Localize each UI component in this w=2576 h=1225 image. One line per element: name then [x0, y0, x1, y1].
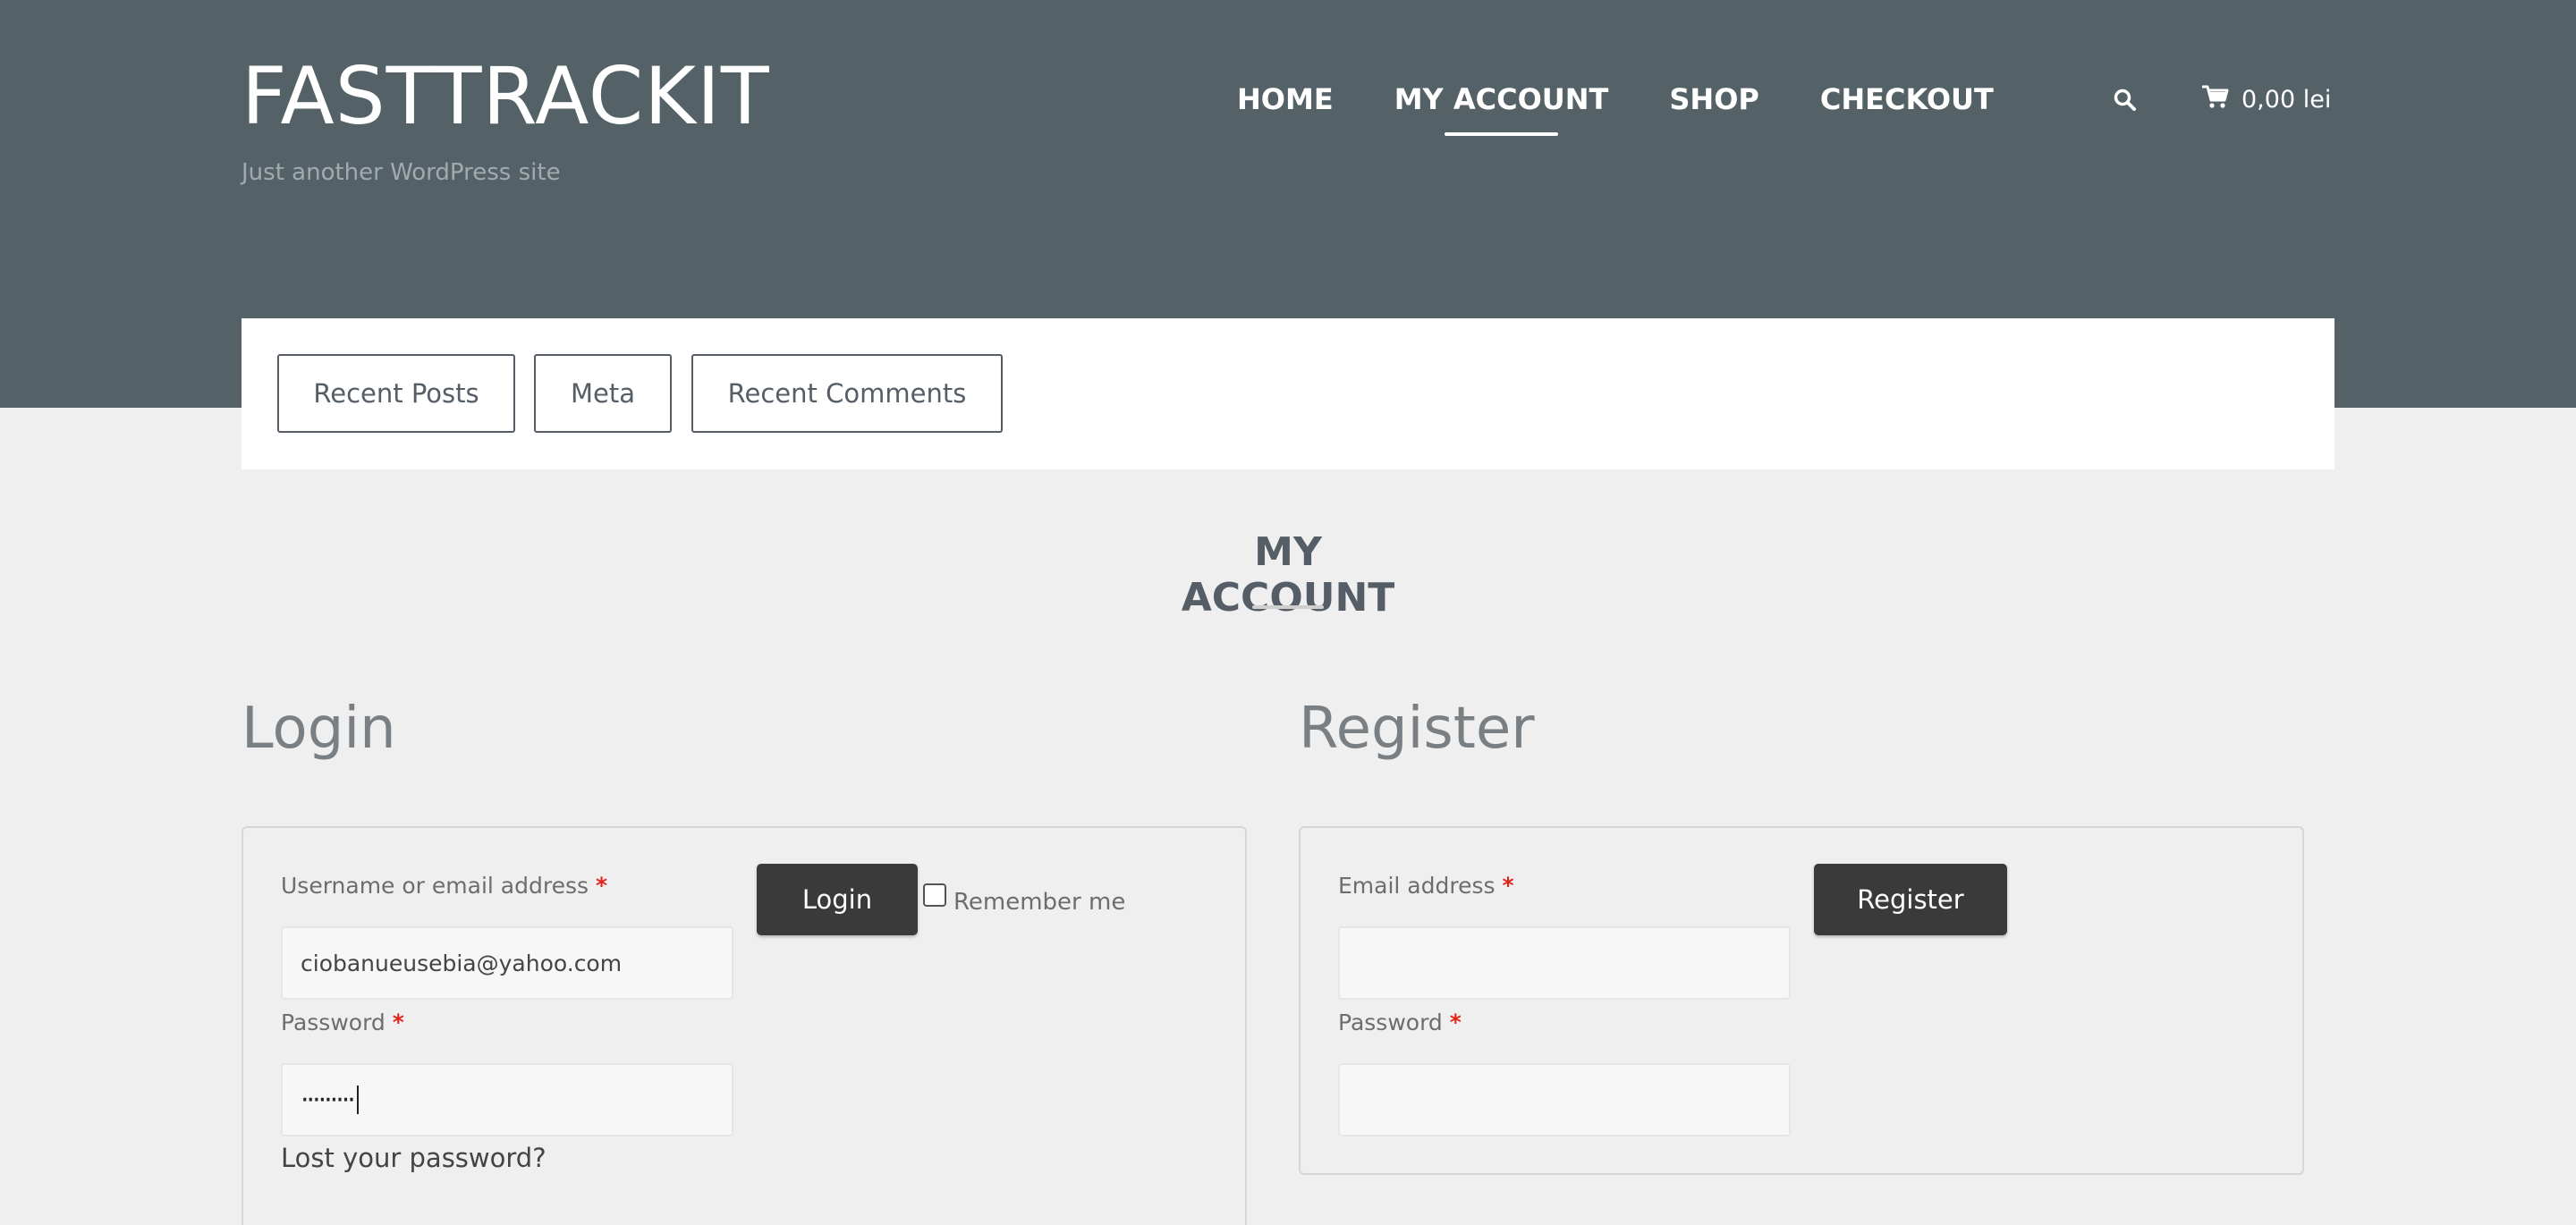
password-label: Password * — [281, 1010, 404, 1035]
register-button[interactable]: Register — [1814, 864, 2007, 935]
main-navigation: HOME MY ACCOUNT SHOP CHECKOUT — [1237, 82, 1994, 136]
nav-item-checkout[interactable]: CHECKOUT — [1820, 82, 1994, 116]
password-input[interactable]: ········· — [281, 1063, 733, 1136]
login-button[interactable]: Login — [757, 864, 918, 935]
register-email-input[interactable] — [1338, 926, 1791, 1000]
email-label-text: Email address — [1338, 873, 1496, 899]
required-mark: * — [1449, 1010, 1462, 1035]
remember-me-checkbox[interactable] — [923, 883, 946, 907]
tab-recent-comments[interactable]: Recent Comments — [691, 354, 1003, 433]
nav-item-my-account[interactable]: MY ACCOUNT — [1394, 82, 1608, 136]
required-mark: * — [1502, 873, 1514, 899]
site-title[interactable]: FASTTRACKIT — [242, 52, 770, 141]
cart-button[interactable]: 0,00 lei — [2201, 84, 2332, 115]
password-label-text: Password — [281, 1010, 386, 1035]
required-mark: * — [596, 873, 608, 899]
username-label-text: Username or email address — [281, 873, 589, 899]
widget-tabs-bar: Recent Posts Meta Recent Comments — [242, 318, 2334, 469]
search-icon[interactable] — [2113, 88, 2138, 113]
required-mark: * — [392, 1010, 404, 1035]
register-password-label: Password * — [1338, 1010, 1462, 1035]
nav-item-shop[interactable]: SHOP — [1669, 82, 1758, 116]
tab-meta[interactable]: Meta — [534, 354, 672, 433]
cart-icon — [2201, 84, 2229, 115]
lost-password-link[interactable]: Lost your password? — [281, 1143, 547, 1173]
nav-item-home[interactable]: HOME — [1237, 82, 1334, 116]
login-heading: Login — [242, 696, 396, 762]
site-branding: FASTTRACKIT Just another WordPress site — [242, 52, 770, 187]
username-label: Username or email address * — [281, 873, 607, 899]
password-mask: ········· — [301, 1084, 356, 1116]
username-input[interactable] — [281, 926, 733, 1000]
site-tagline: Just another WordPress site — [242, 159, 561, 186]
register-heading: Register — [1299, 696, 1535, 762]
email-label: Email address * — [1338, 873, 1514, 899]
register-password-label-text: Password — [1338, 1010, 1443, 1035]
tab-recent-posts[interactable]: Recent Posts — [277, 354, 515, 433]
cart-total: 0,00 lei — [2241, 86, 2332, 114]
register-form: Email address * Password * Register — [1299, 826, 2304, 1175]
title-divider — [1252, 605, 1324, 609]
remember-me-label[interactable]: Remember me — [953, 889, 1125, 916]
login-form: Username or email address* Password* ···… — [242, 826, 1247, 1225]
text-caret — [356, 1086, 359, 1114]
register-password-input[interactable] — [1338, 1063, 1791, 1136]
